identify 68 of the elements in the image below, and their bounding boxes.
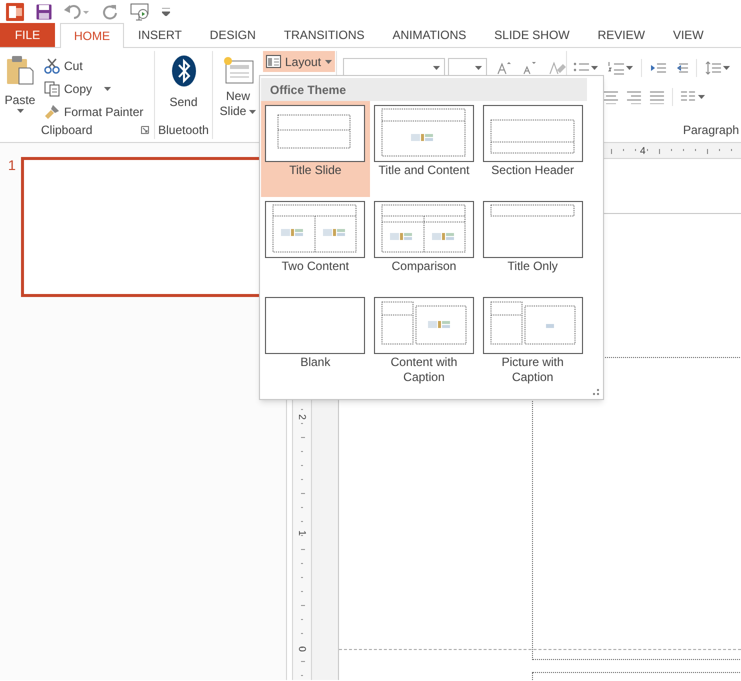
send-button[interactable]: Send [155, 51, 212, 121]
format-painter-button[interactable]: Format Painter [44, 103, 144, 121]
customize-caret-icon[interactable] [162, 8, 170, 16]
layout-option[interactable]: Blank [261, 293, 370, 389]
caret-icon [698, 95, 705, 99]
paintbrush-icon [44, 104, 60, 120]
caret-icon [591, 66, 598, 70]
numbering-icon[interactable] [608, 61, 624, 75]
gallery-header: Office Theme [261, 78, 587, 101]
ruler-number: 2 [296, 414, 306, 420]
caret-icon [723, 66, 730, 70]
ribbon-tab[interactable]: ANIMATIONS [378, 23, 480, 47]
ruler-number: 1 [296, 530, 306, 536]
ribbon-tab[interactable]: DESIGN [196, 23, 270, 47]
ribbon-tab[interactable]: REVIEW [584, 23, 659, 47]
ribbon-tab[interactable]: TRANSITIONS [270, 23, 378, 47]
ribbon-tab[interactable]: HOME [60, 23, 124, 48]
new-slide-button[interactable]: New Slide [220, 51, 256, 139]
scissors-icon [44, 58, 60, 74]
file-tab[interactable]: FILE [0, 23, 55, 47]
cut-button[interactable]: Cut [44, 57, 144, 75]
paste-button[interactable]: Paste [0, 51, 40, 121]
line-spacing-icon[interactable] [705, 60, 721, 76]
clipboard-icon [6, 55, 34, 85]
ribbon-tab[interactable]: VIEW [658, 23, 718, 47]
dialog-launcher-icon[interactable] [141, 126, 149, 134]
ribbon-tab[interactable]: INSERT [124, 23, 196, 47]
caret-icon [249, 110, 256, 114]
save-icon[interactable] [36, 4, 52, 20]
eraser-icon[interactable] [548, 60, 566, 76]
resize-grip-icon[interactable] [593, 389, 599, 395]
app-logo-icon[interactable] [6, 3, 24, 21]
align-right-icon[interactable] [626, 90, 642, 104]
caret-icon [16, 109, 24, 113]
copy-button[interactable]: Copy [44, 80, 144, 98]
layout-option[interactable]: Picture with Caption [478, 293, 587, 389]
bluetooth-icon [170, 55, 196, 87]
layout-option[interactable]: Comparison [370, 197, 478, 293]
slide-number: 1 [7, 157, 17, 173]
layout-button[interactable]: Layout [263, 51, 336, 72]
layout-icon [266, 55, 281, 68]
grow-font-icon[interactable] [496, 61, 512, 75]
ribbon-tab[interactable]: SLIDE SHOW [480, 23, 584, 47]
shrink-font-icon[interactable] [521, 61, 538, 75]
layout-option[interactable]: Title Slide [261, 101, 370, 197]
caret-icon [626, 66, 633, 70]
caret-icon [475, 66, 482, 70]
ruler-number: 0 [296, 646, 306, 652]
align-center-icon[interactable] [603, 90, 619, 104]
group-label: Bluetooth [157, 122, 210, 139]
layout-option[interactable]: Section Header [478, 101, 587, 197]
group-label: Clipboard [41, 122, 92, 139]
ruler-number: 4 [640, 145, 646, 159]
layout-option[interactable]: Title Only [478, 197, 587, 293]
caret-icon [433, 66, 440, 70]
layout-option[interactable]: Title and Content [370, 101, 478, 197]
new-slide-icon [222, 55, 254, 85]
layout-option[interactable]: Two Content [261, 197, 370, 293]
caret-icon [104, 87, 112, 91]
undo-icon[interactable] [64, 4, 90, 20]
redo-icon[interactable] [102, 4, 118, 20]
group-label: Paragraph [683, 122, 740, 139]
layout-option[interactable]: Content with Caption [370, 293, 478, 389]
slideshow-icon[interactable] [130, 3, 150, 21]
justify-icon[interactable] [649, 90, 665, 104]
copy-icon [44, 81, 60, 97]
decrease-indent-icon[interactable] [650, 61, 666, 75]
caret-icon [325, 60, 332, 64]
